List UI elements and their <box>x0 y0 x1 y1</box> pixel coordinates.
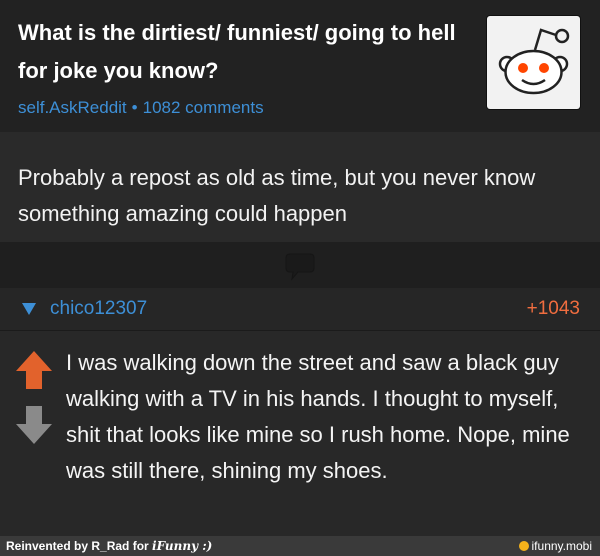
triangle-down-icon[interactable] <box>22 303 36 315</box>
post-meta: self.AskReddit • 1082 comments <box>18 98 264 118</box>
post-selftext: Probably a repost as old as time, but yo… <box>18 165 536 226</box>
footer-site-label: ifunny.mobi <box>531 539 592 553</box>
comment-text: I was walking down the street and saw a … <box>66 350 570 483</box>
post-body: Probably a repost as old as time, but yo… <box>0 132 600 242</box>
footer-credit: Reinvented by R_Rad for iFunny :) <box>6 536 212 556</box>
comment-header: chico12307 +1043 <box>0 288 600 331</box>
post-title[interactable]: What is the dirtiest/ funniest/ going to… <box>18 14 468 90</box>
arrow-up-icon[interactable] <box>16 351 52 389</box>
arrow-down-icon[interactable] <box>16 406 52 444</box>
post-header: What is the dirtiest/ funniest/ going to… <box>0 0 600 132</box>
meta-separator: • <box>131 98 138 117</box>
comment-body: I was walking down the street and saw a … <box>0 331 600 536</box>
footer-site[interactable]: ifunny.mobi <box>518 536 592 556</box>
subreddit-link[interactable]: self.AskReddit <box>18 98 127 117</box>
footer-credit-text: Reinvented by R_Rad for <box>6 539 153 553</box>
comment-bubble-icon <box>285 253 315 281</box>
comments-link[interactable]: 1082 comments <box>143 98 264 117</box>
post-thumbnail[interactable] <box>487 16 580 109</box>
comment-score: +1043 <box>526 298 580 319</box>
comment-author[interactable]: chico12307 <box>50 298 147 320</box>
footer-brand: iFunny :) <box>152 539 213 553</box>
ifunny-logo-icon <box>518 541 529 551</box>
footer-bar: Reinvented by R_Rad for iFunny :) ifunny… <box>0 536 600 556</box>
reddit-alien-icon <box>498 28 570 95</box>
